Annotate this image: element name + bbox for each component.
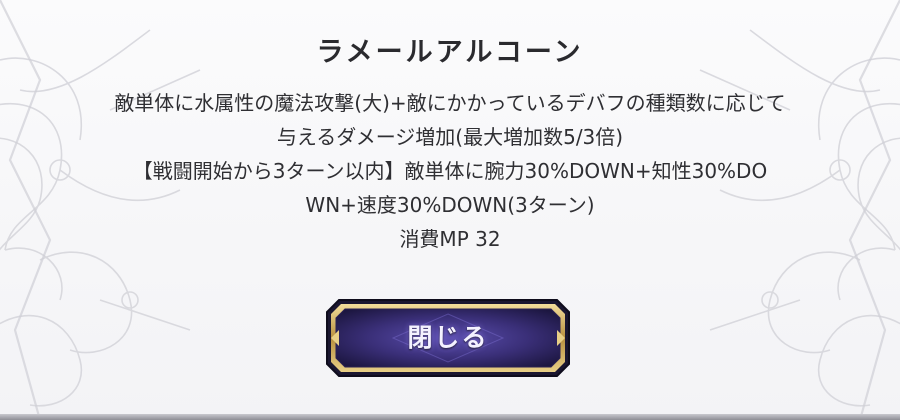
close-button[interactable]: 閉じる bbox=[325, 298, 571, 378]
bottom-edge-strip bbox=[0, 414, 900, 420]
skill-name-title: ラメールアルコーン bbox=[316, 37, 584, 68]
skill-detail-dialog: ラメールアルコーン 敵単体に水属性の魔法攻撃(大)+敵にかかっているデバフの種類… bbox=[0, 0, 900, 420]
skill-description: 敵単体に水属性の魔法攻撃(大)+敵にかかっているデバフの種類数に応じて 与えるダ… bbox=[40, 86, 860, 256]
description-line: 【戦闘開始から3ターン以内】敵単体に腕力30%DOWN+知性30%DO bbox=[132, 159, 768, 183]
description-line: 与えるダメージ増加(最大増加数5/3倍) bbox=[276, 125, 624, 149]
description-line: WN+速度30%DOWN(3ターン) bbox=[305, 193, 595, 217]
close-button-label: 閉じる bbox=[407, 323, 489, 352]
mp-cost-line: 消費MP 32 bbox=[399, 227, 501, 251]
description-line: 敵単体に水属性の魔法攻撃(大)+敵にかかっているデバフの種類数に応じて bbox=[114, 91, 786, 115]
